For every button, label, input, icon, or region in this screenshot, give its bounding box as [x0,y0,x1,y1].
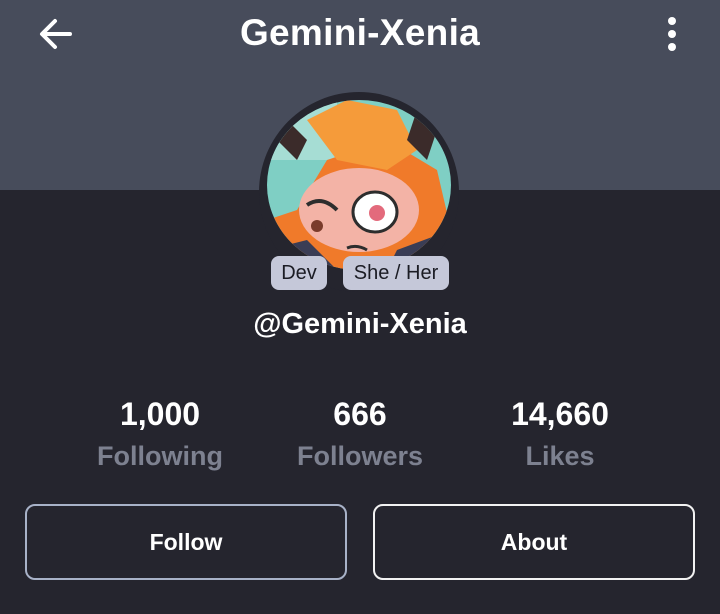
page-title: Gemini-Xenia [239,12,481,53]
more-options-button[interactable] [652,12,692,56]
stat-value: 1,000 [119,396,201,432]
username-handle: @Gemini-Xenia [253,308,467,340]
follow-button[interactable]: Follow [25,504,347,580]
avatar[interactable] [267,100,451,270]
stat-following[interactable]: 1,000 Following [60,394,260,478]
kebab-menu-icon [668,17,676,51]
pronoun-badge: She / Her [343,256,449,290]
stat-label: Followers [296,441,424,471]
stat-label: Likes [525,441,595,471]
stat-label: Following [97,441,223,471]
stat-followers[interactable]: 666 Followers [260,394,460,478]
stat-value: 14,660 [511,396,609,432]
role-badge: Dev [271,256,327,290]
stat-likes[interactable]: 14,660 Likes [460,394,660,478]
about-button[interactable]: About [373,504,695,580]
stat-value: 666 [333,396,387,432]
